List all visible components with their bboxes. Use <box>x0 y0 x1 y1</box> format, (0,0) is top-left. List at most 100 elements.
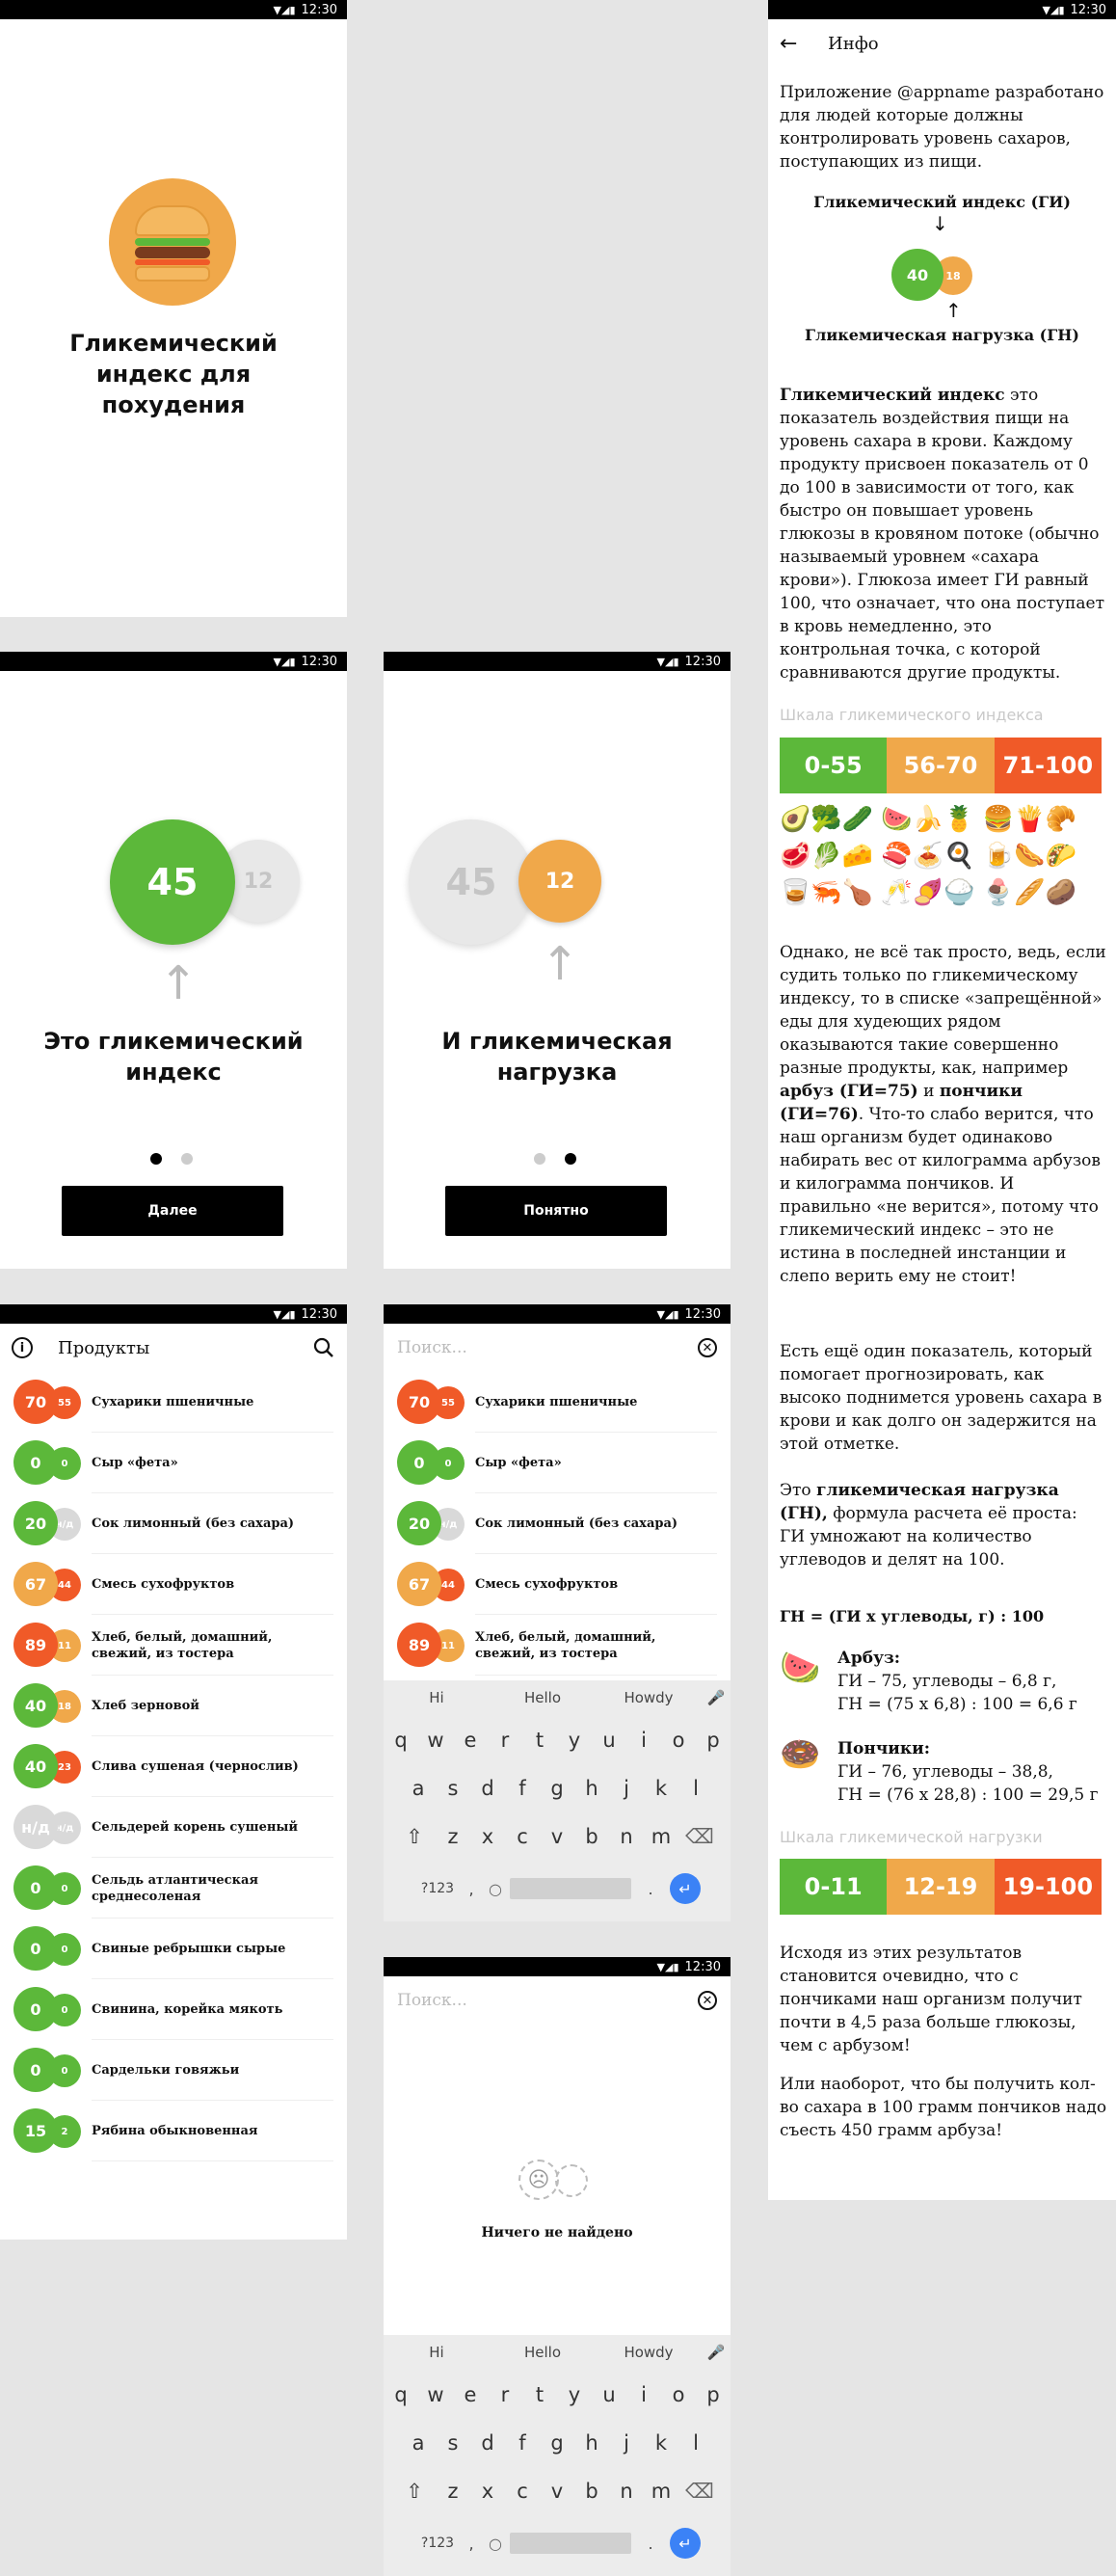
key-f[interactable]: f <box>505 1777 540 1800</box>
key-p[interactable]: p <box>696 2383 731 2406</box>
key-e[interactable]: e <box>453 1729 488 1752</box>
product-row[interactable]: 20 н/д Сок лимонный (без сахара) <box>0 1493 347 1554</box>
key-o[interactable]: o <box>661 1729 696 1752</box>
key-e[interactable]: e <box>453 2383 488 2406</box>
product-row[interactable]: 0 0 Сельдь атлантическая среднесоленая <box>0 1858 347 1919</box>
close-icon[interactable]: ✕ <box>698 1991 717 2010</box>
key-c[interactable]: c <box>505 1825 540 1848</box>
key-j[interactable]: j <box>609 2431 644 2455</box>
understood-button[interactable]: Понятно <box>445 1186 667 1236</box>
key-z[interactable]: z <box>436 1825 470 1848</box>
product-row[interactable]: 89 11 Хлеб, белый, домашний, свежий, из то… <box>384 1615 731 1676</box>
key-r[interactable]: r <box>488 1729 522 1752</box>
key-q[interactable]: q <box>384 2383 418 2406</box>
key-y[interactable]: y <box>557 2383 592 2406</box>
key-p[interactable]: p <box>696 1729 731 1752</box>
key-m[interactable]: m <box>644 2480 678 2503</box>
key-l[interactable]: l <box>678 1777 713 1800</box>
key-d[interactable]: d <box>470 2431 505 2455</box>
product-row[interactable]: 20 н/д Сок лимонный (без сахара) <box>384 1493 731 1554</box>
product-row[interactable]: 15 2 Рябина обыкновенная <box>0 2101 347 2161</box>
product-row[interactable]: 89 11 Хлеб, белый, домашний, свежий, из то… <box>0 1615 347 1676</box>
next-button[interactable]: Далее <box>62 1186 283 1236</box>
mic-icon[interactable]: 🎤 <box>702 2344 731 2361</box>
product-row[interactable]: 70 55 Сухарики пшеничные <box>0 1372 347 1433</box>
key-j[interactable]: j <box>609 1777 644 1800</box>
suggestion[interactable]: Hello <box>490 2344 596 2361</box>
mic-icon[interactable]: 🎤 <box>702 1689 731 1706</box>
info-icon[interactable]: i <box>12 1337 33 1358</box>
key-g[interactable]: g <box>540 1777 574 1800</box>
backspace-key[interactable]: ⌫ <box>678 1825 721 1848</box>
product-row[interactable]: 67 44 Смесь сухофруктов <box>384 1554 731 1615</box>
back-arrow-icon[interactable]: ← <box>780 32 797 56</box>
key-q[interactable]: q <box>384 1729 418 1752</box>
enter-key[interactable]: ↵ <box>670 2528 701 2559</box>
product-row[interactable]: 40 23 Слива сушеная (чернослив) <box>0 1736 347 1797</box>
product-row[interactable]: 67 44 Смесь сухофруктов <box>0 1554 347 1615</box>
key-x[interactable]: x <box>470 1825 505 1848</box>
product-row[interactable]: 0 0 Сыр «фета» <box>384 1433 731 1493</box>
key-k[interactable]: k <box>644 1777 678 1800</box>
suggestion[interactable]: Howdy <box>596 2344 702 2361</box>
period-key[interactable]: . <box>631 2535 670 2553</box>
search-input[interactable]: Поиск... <box>397 1991 467 2010</box>
period-key[interactable]: . <box>631 1880 670 1898</box>
close-icon[interactable]: ✕ <box>698 1338 717 1357</box>
key-o[interactable]: o <box>661 2383 696 2406</box>
key-f[interactable]: f <box>505 2431 540 2455</box>
product-row[interactable]: 40 18 Хлеб зерновой <box>0 1676 347 1736</box>
key-c[interactable]: c <box>505 2480 540 2503</box>
search-input[interactable]: Поиск... <box>397 1338 467 1357</box>
key-a[interactable]: a <box>401 2431 436 2455</box>
key-y[interactable]: y <box>557 1729 592 1752</box>
space-key[interactable] <box>510 1878 631 1899</box>
key-m[interactable]: m <box>644 1825 678 1848</box>
suggestion[interactable]: Howdy <box>596 1689 702 1706</box>
key-t[interactable]: t <box>522 1729 557 1752</box>
suggestion[interactable]: Hello <box>490 1689 596 1706</box>
key-u[interactable]: u <box>592 2383 626 2406</box>
product-row[interactable]: 0 0 Свиные ребрышки сырые <box>0 1919 347 1979</box>
emoji-icon[interactable]: ○ <box>481 1880 510 1898</box>
key-h[interactable]: h <box>574 1777 609 1800</box>
symbols-key[interactable]: ?123 <box>413 2536 462 2551</box>
key-d[interactable]: d <box>470 1777 505 1800</box>
product-row[interactable]: 0 0 Свинина, корейка мякоть <box>0 1979 347 2040</box>
key-l[interactable]: l <box>678 2431 713 2455</box>
enter-key[interactable]: ↵ <box>670 1873 701 1904</box>
key-i[interactable]: i <box>626 2383 661 2406</box>
symbols-key[interactable]: ?123 <box>413 1881 462 1896</box>
key-v[interactable]: v <box>540 1825 574 1848</box>
key-t[interactable]: t <box>522 2383 557 2406</box>
key-s[interactable]: s <box>436 2431 470 2455</box>
product-row[interactable]: 0 0 Сардельки говяжьи <box>0 2040 347 2101</box>
space-key[interactable] <box>510 2533 631 2554</box>
key-a[interactable]: a <box>401 1777 436 1800</box>
key-n[interactable]: n <box>609 2480 644 2503</box>
shift-key[interactable]: ⇧ <box>393 2480 436 2503</box>
comma-key[interactable]: , <box>462 1880 481 1898</box>
key-x[interactable]: x <box>470 2480 505 2503</box>
key-r[interactable]: r <box>488 2383 522 2406</box>
emoji-icon[interactable]: ○ <box>481 2535 510 2553</box>
key-n[interactable]: n <box>609 1825 644 1848</box>
key-w[interactable]: w <box>418 1729 453 1752</box>
key-s[interactable]: s <box>436 1777 470 1800</box>
key-h[interactable]: h <box>574 2431 609 2455</box>
search-icon[interactable] <box>312 1336 335 1359</box>
key-w[interactable]: w <box>418 2383 453 2406</box>
shift-key[interactable]: ⇧ <box>393 1825 436 1848</box>
suggestion[interactable]: Hi <box>384 1689 490 1706</box>
key-i[interactable]: i <box>626 1729 661 1752</box>
key-k[interactable]: k <box>644 2431 678 2455</box>
product-row[interactable]: 0 0 Сыр «фета» <box>0 1433 347 1493</box>
suggestion[interactable]: Hi <box>384 2344 490 2361</box>
key-b[interactable]: b <box>574 2480 609 2503</box>
key-u[interactable]: u <box>592 1729 626 1752</box>
key-g[interactable]: g <box>540 2431 574 2455</box>
backspace-key[interactable]: ⌫ <box>678 2480 721 2503</box>
key-z[interactable]: z <box>436 2480 470 2503</box>
product-row[interactable]: н/д н/д Сельдерей корень сушеный <box>0 1797 347 1858</box>
product-row[interactable]: 70 55 Сухарики пшеничные <box>384 1372 731 1433</box>
